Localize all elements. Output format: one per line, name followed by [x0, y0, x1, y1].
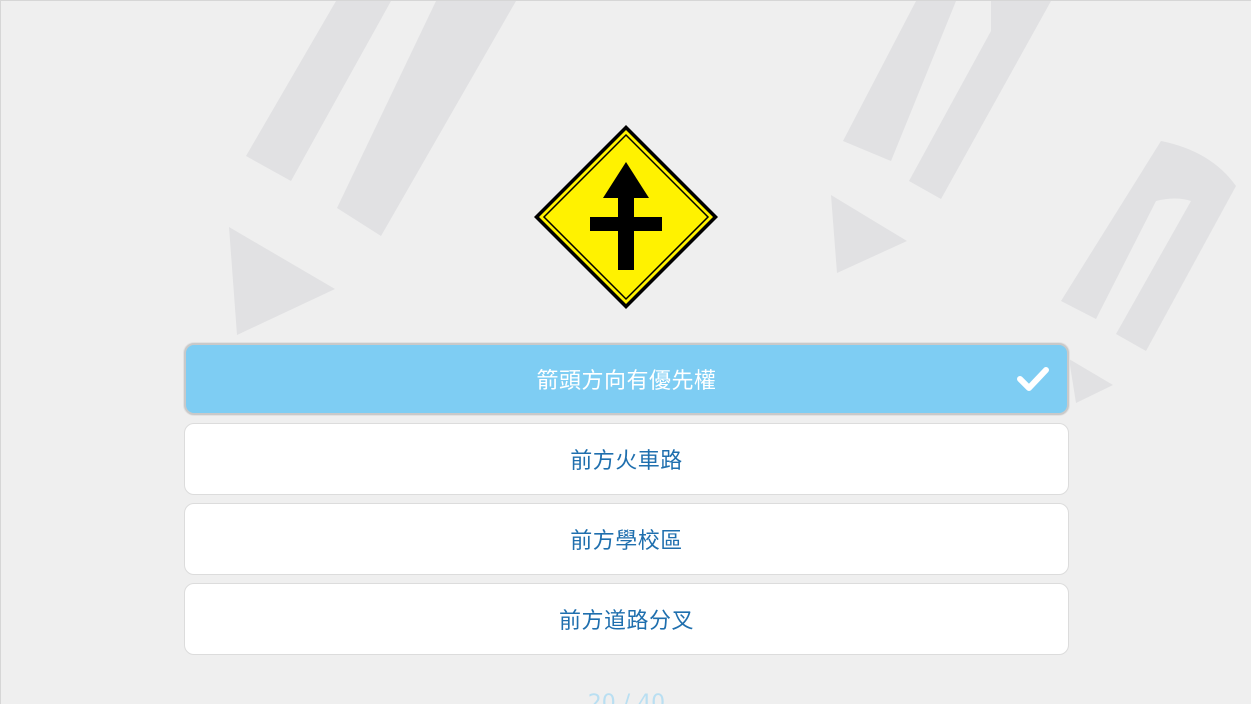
checkmark-icon [1017, 367, 1049, 391]
answer-option-label: 箭頭方向有優先權 [536, 369, 717, 394]
decor-triangle [1069, 359, 1113, 403]
decor-arch [1061, 141, 1236, 351]
question-progress: 20 / 40 [587, 691, 666, 704]
answer-option-label: 前方道路分叉 [558, 609, 694, 634]
answer-options: 箭頭方向有優先權 前方火車路 前方學校區 前方道路分叉 [184, 343, 1069, 663]
decor-triangle [831, 195, 907, 273]
answer-option-1[interactable]: 箭頭方向有優先權 [184, 343, 1069, 415]
answer-option-3[interactable]: 前方學校區 [184, 503, 1069, 575]
answer-option-2[interactable]: 前方火車路 [184, 423, 1069, 495]
answer-option-4[interactable]: 前方道路分叉 [184, 583, 1069, 655]
crossroad-warning-sign-icon [534, 125, 718, 309]
answer-option-label: 前方學校區 [570, 529, 683, 554]
quiz-screen: 箭頭方向有優先權 前方火車路 前方學校區 前方道路分叉 20 / 40 [0, 0, 1251, 704]
answer-option-label: 前方火車路 [570, 449, 683, 474]
decor-triangle [229, 227, 335, 335]
